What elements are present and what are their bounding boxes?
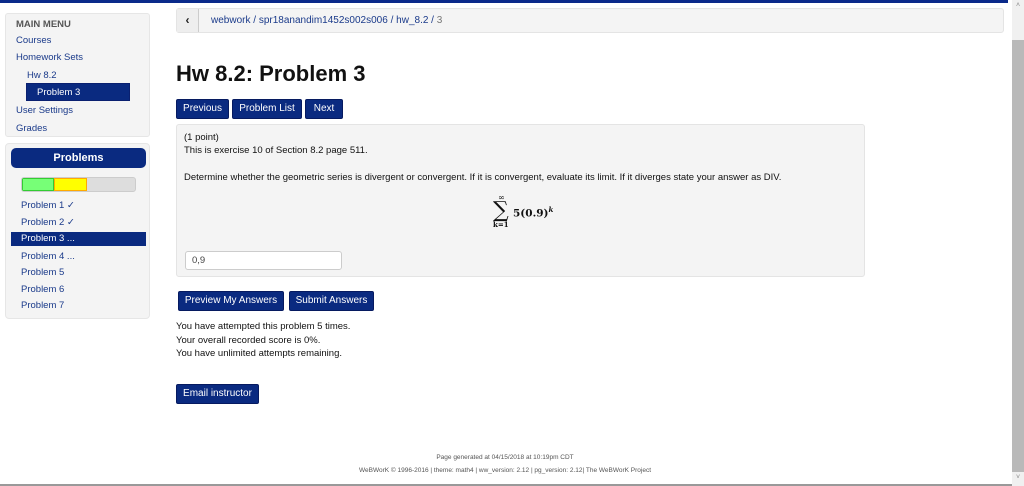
problem-points: (1 point) (184, 132, 219, 143)
sum-term: 5(0.9) (513, 207, 549, 220)
sum-lower: k=1 (493, 220, 509, 229)
footer-credits: WeBWorK © 1996-2016 | theme: math4 | ww_… (358, 467, 652, 474)
breadcrumb: ‹ webwork / spr18anandim1452s002s006 / h… (176, 8, 1004, 33)
menu-problem-3[interactable]: Problem 3 (26, 83, 130, 101)
problem-link-7[interactable]: Problem 7 (21, 300, 64, 311)
top-bar (0, 0, 1008, 3)
problems-title: Problems (11, 148, 146, 168)
crumb-set[interactable]: hw_8.2 (396, 15, 428, 26)
menu-homework-sets[interactable]: Homework Sets (16, 52, 83, 63)
progress-correct (22, 178, 55, 191)
problem-link-1[interactable]: Problem 1 ✓ (21, 200, 75, 211)
remaining-text: You have unlimited attempts remaining. (176, 348, 342, 359)
crumb-webwork[interactable]: webwork (211, 15, 250, 26)
answer-input[interactable]: 0,9 (185, 251, 342, 270)
progress-bar (21, 177, 136, 192)
scroll-down-icon[interactable]: ˅ (1012, 474, 1024, 481)
previous-button[interactable]: Previous (176, 99, 229, 119)
problem-exercise: This is exercise 10 of Section 8.2 page … (184, 145, 368, 156)
email-instructor-button[interactable]: Email instructor (176, 384, 259, 404)
main-menu: MAIN MENU Courses Homework Sets Hw 8.2 P… (5, 13, 150, 137)
scroll-up-icon[interactable]: ˄ (1012, 2, 1024, 9)
page-title: Hw 8.2: Problem 3 (176, 61, 366, 86)
problem-link-2[interactable]: Problem 2 ✓ (21, 217, 75, 228)
menu-courses[interactable]: Courses (16, 35, 51, 46)
progress-attempted (54, 178, 87, 191)
preview-answers-button[interactable]: Preview My Answers (178, 291, 284, 311)
scrollbar[interactable]: ˄ ˅ (1012, 0, 1024, 486)
crumb-course[interactable]: spr18anandim1452s002s006 (259, 15, 388, 26)
main-menu-title: MAIN MENU (16, 19, 71, 30)
menu-hw-8-2[interactable]: Hw 8.2 (27, 70, 57, 81)
problems-panel: Problems Problem 1 ✓ Problem 2 ✓ Problem… (5, 143, 150, 319)
next-button[interactable]: Next (305, 99, 343, 119)
menu-grades[interactable]: Grades (16, 123, 47, 134)
attempts-text: You have attempted this problem 5 times. (176, 321, 351, 332)
scrollbar-thumb[interactable] (1012, 40, 1024, 472)
menu-user-settings[interactable]: User Settings (16, 105, 73, 116)
submit-answers-button[interactable]: Submit Answers (289, 291, 374, 311)
problem-box: (1 point) This is exercise 10 of Section… (176, 124, 865, 277)
problem-question: Determine whether the geometric series i… (184, 172, 782, 183)
score-text: Your overall recorded score is 0%. (176, 335, 321, 346)
problem-link-3[interactable]: Problem 3 ... (11, 232, 146, 246)
problem-link-6[interactable]: Problem 6 (21, 284, 64, 295)
back-button[interactable]: ‹ (177, 9, 199, 32)
problem-link-5[interactable]: Problem 5 (21, 267, 64, 278)
footer-generated: Page generated at 04/15/2018 at 10:19pm … (436, 454, 574, 461)
sum-exponent: k (548, 205, 554, 214)
crumb-current: 3 (436, 15, 443, 26)
problem-list-button[interactable]: Problem List (232, 99, 302, 119)
problem-link-4[interactable]: Problem 4 ... (21, 251, 75, 262)
